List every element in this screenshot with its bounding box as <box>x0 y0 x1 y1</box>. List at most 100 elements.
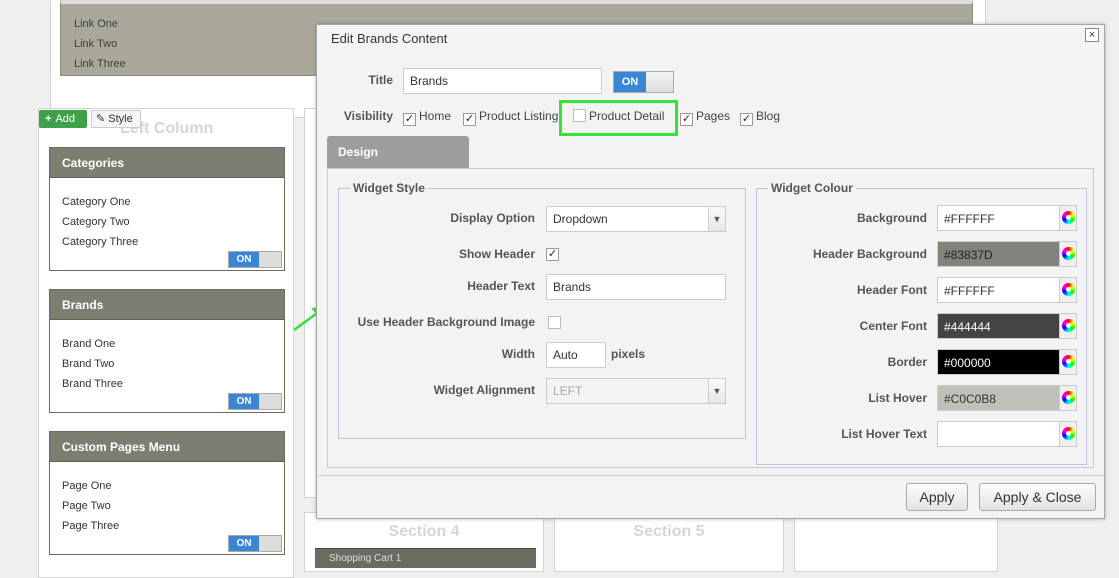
visibility-option-label: Home <box>419 109 452 123</box>
display-option-label: Display Option <box>450 211 535 225</box>
list-item: Category One <box>62 196 131 208</box>
visibility-pages[interactable]: ✓ Pages <box>680 109 731 126</box>
select-value: Dropdown <box>553 212 608 226</box>
list-item: Brand One <box>62 338 116 350</box>
display-option-select[interactable]: Dropdown ▼ <box>546 206 726 232</box>
section-title: Section 5 <box>633 523 705 540</box>
list-item: Category Three <box>62 236 139 248</box>
widget-custom-pages-menu[interactable]: Custom Pages Menu Page One Page Two Page… <box>49 431 285 555</box>
toggle-on-label: ON <box>229 536 259 551</box>
widget-toggle[interactable]: ON <box>228 251 282 268</box>
widget-categories[interactable]: Categories Category One Category Two Cat… <box>49 147 285 271</box>
title-label: Title <box>368 73 393 87</box>
color-picker-button[interactable] <box>1059 386 1076 410</box>
color-wheel-icon <box>1062 319 1075 332</box>
color-wheel-icon <box>1062 211 1075 224</box>
color-picker-button[interactable] <box>1059 314 1076 338</box>
color-picker-button[interactable] <box>1059 422 1076 446</box>
visibility-option-label: Pages <box>696 109 731 123</box>
widget-brands[interactable]: Brands Brand One Brand Two Brand Three O… <box>49 289 285 413</box>
visibility-option-label: Blog <box>756 109 781 123</box>
link-item[interactable]: Link One <box>74 18 118 30</box>
section-title: Section 4 <box>388 523 460 540</box>
widget-colour-legend: Widget Colour <box>771 181 853 195</box>
apply-button[interactable]: Apply <box>906 483 968 511</box>
checkbox-checked-icon[interactable]: ✓ <box>463 113 476 126</box>
colour-label: Background <box>856 211 927 225</box>
colour-label: List Hover Text <box>841 427 927 441</box>
colour-input[interactable]: #C0C0B8 <box>937 385 1077 411</box>
colour-input[interactable]: #FFFFFF <box>937 277 1077 303</box>
add-button[interactable]: + Add <box>39 110 87 128</box>
shopping-cart-header: Shopping Cart 1 <box>315 548 536 568</box>
color-picker-button[interactable] <box>1059 206 1076 230</box>
colour-value: #C0C0B8 <box>944 392 997 406</box>
dialog-footer-divider <box>317 475 1104 476</box>
style-label: Style <box>108 113 133 125</box>
show-header-label: Show Header <box>458 247 535 261</box>
color-picker-button[interactable] <box>1059 350 1076 374</box>
width-label: Width <box>501 347 535 361</box>
list-item: Page Three <box>62 520 120 532</box>
select-value: LEFT <box>553 384 583 398</box>
chevron-down-icon[interactable]: ▼ <box>708 207 725 231</box>
widget-colour-fieldset: Widget Colour Background #FFFFFF Header Ba… <box>756 181 1087 465</box>
close-icon[interactable]: × <box>1085 28 1099 42</box>
toggle-on-label: ON <box>614 72 646 92</box>
visibility-product-listing[interactable]: ✓ Product Listing <box>463 109 559 126</box>
colour-label: Border <box>887 355 927 369</box>
checkbox-checked-icon[interactable]: ✓ <box>680 113 693 126</box>
title-toggle[interactable]: ON <box>613 71 674 93</box>
style-button[interactable]: ✎ Style <box>91 110 141 128</box>
visibility-option-label: Product Listing <box>479 109 559 123</box>
highlight-annotation <box>559 100 678 136</box>
pencil-icon: ✎ <box>96 113 106 125</box>
color-wheel-icon <box>1062 391 1075 404</box>
colour-value: #444444 <box>944 320 991 334</box>
tab-design[interactable]: Design <box>327 136 469 168</box>
list-item: Brand Two <box>62 358 115 370</box>
color-picker-button[interactable] <box>1059 242 1076 266</box>
link-item[interactable]: Link Two <box>74 38 117 50</box>
checkbox-checked-icon[interactable]: ✓ <box>403 113 416 126</box>
widget-toggle[interactable]: ON <box>228 535 282 552</box>
show-header-checkbox[interactable]: ✓ <box>546 248 559 261</box>
title-input[interactable]: Brands <box>403 68 602 94</box>
widget-alignment-select[interactable]: LEFT ▼ <box>546 378 726 404</box>
visibility-home[interactable]: ✓ Home <box>403 109 452 126</box>
colour-value: #83837D <box>944 248 993 262</box>
colour-input[interactable] <box>937 421 1077 447</box>
width-unit: pixels <box>611 347 646 361</box>
colour-input[interactable]: #83837D <box>937 241 1077 267</box>
colour-value: #000000 <box>944 356 991 370</box>
list-item: Page Two <box>62 500 111 512</box>
colour-input[interactable]: #444444 <box>937 313 1077 339</box>
visibility-blog[interactable]: ✓ Blog <box>740 109 781 126</box>
list-item: Category Two <box>62 216 130 228</box>
colour-label: Center Font <box>859 319 927 333</box>
colour-input[interactable]: #000000 <box>937 349 1077 375</box>
color-wheel-icon <box>1062 427 1075 440</box>
link-item[interactable]: Link Three <box>74 58 126 70</box>
widget-header: Custom Pages Menu <box>50 432 284 462</box>
widget-header: Categories <box>50 148 284 178</box>
section-6 <box>794 512 998 572</box>
dialog-title: Edit Brands Content <box>331 31 448 46</box>
colour-label: Header Font <box>856 283 927 297</box>
width-input[interactable]: Auto <box>546 342 606 368</box>
colour-value: #FFFFFF <box>944 284 995 298</box>
header-text-label: Header Text <box>467 279 535 293</box>
chevron-down-icon[interactable]: ▼ <box>708 379 725 403</box>
colour-input[interactable]: #FFFFFF <box>937 205 1077 231</box>
list-item: Brand Three <box>62 378 123 390</box>
checkbox-checked-icon[interactable]: ✓ <box>740 113 753 126</box>
edit-brands-dialog: Edit Brands Content × Title Brands ON Vi… <box>316 24 1105 519</box>
use-header-bg-image-checkbox[interactable] <box>548 316 561 329</box>
toggle-on-label: ON <box>229 394 259 409</box>
widget-toggle[interactable]: ON <box>228 393 282 410</box>
apply-close-button[interactable]: Apply & Close <box>979 483 1096 511</box>
color-wheel-icon <box>1062 247 1075 260</box>
header-text-input[interactable]: Brands <box>546 274 726 300</box>
color-picker-button[interactable] <box>1059 278 1076 302</box>
plus-icon: + <box>45 113 52 125</box>
